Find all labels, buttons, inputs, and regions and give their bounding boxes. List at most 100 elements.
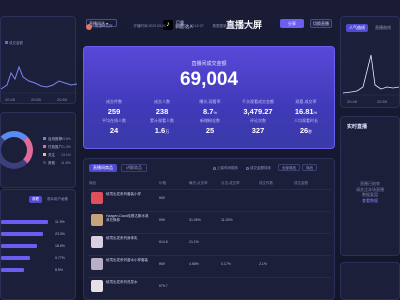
product-thumbnail — [91, 236, 103, 248]
metric-label: 人均观看时长 — [294, 118, 318, 123]
table-row[interactable]: 秘境出发系列套装小样 ¥69 — [89, 189, 331, 206]
audience-bar — [1, 232, 43, 236]
tab-live-products[interactable]: 直播间商品 — [89, 164, 117, 172]
source-row: 其他 11.8% — [43, 161, 71, 166]
seg-view[interactable]: 观看 — [29, 196, 42, 203]
filter-all-button[interactable]: 全部商品 — [278, 164, 300, 171]
metric-value: 26秒 — [299, 126, 313, 135]
table-header: 商品 价格 曝光-点击率 点击-成交率 成交件数 成交金额 — [89, 181, 331, 187]
legend-swatch — [43, 145, 46, 148]
cell-ctr: 21.1% — [189, 240, 199, 244]
trend-x-tick: 20:55 — [57, 97, 68, 102]
table-row[interactable]: 秘境出发系列身体乳 ¥14.5 21.1% — [89, 233, 331, 250]
trend-line-chart — [0, 65, 78, 94]
product-name: 秘境出发系列洗发水 — [106, 280, 138, 284]
trend-legend: 成交金额 — [5, 41, 23, 46]
cell-price: ¥69 — [159, 196, 165, 200]
live-preview-title: 实时直播 — [347, 124, 368, 130]
tab-popularity[interactable]: 人气曲线 — [346, 24, 368, 32]
metric-value: 259 — [107, 107, 121, 116]
column-header[interactable]: 价格 — [159, 181, 166, 186]
metric-label: 千次观看成交金额 — [242, 99, 274, 104]
source-panel: 自然推荐 53.8% 付费推广 21.3% 关注 13.1% 其他 11.8% — [0, 112, 76, 188]
metric-value: 8.7% — [203, 107, 217, 116]
metric-label: 曝光-观看率 — [199, 99, 221, 104]
cell-price: ¥99 — [159, 218, 165, 222]
metric-label: 累计观看人数 — [150, 118, 174, 123]
live-preview-empty: 直播已结束 请关注本场直播 数据复盘 查看数据 — [341, 181, 399, 203]
radio-shelf-order[interactable]: 上架时间顺序 — [213, 166, 238, 171]
audience-bar — [1, 244, 38, 248]
cell-price: ¥79.7 — [159, 284, 168, 288]
dashboard: 直播间选 ▾ ♪ 巨量 抖音 达人 直播大屏 分享 切换直播 直播间名称 开播时… — [0, 0, 400, 300]
column-header[interactable]: 成交件数 — [259, 181, 273, 186]
table-row[interactable]: Haagen-Dazs哈根达斯冰淇淋兑换券 ¥99 31.05% 11.03% — [89, 211, 331, 228]
info-update-time: 数据更新 2023.09.01 10:27 — [212, 24, 255, 28]
popularity-line-chart — [342, 54, 400, 96]
metric-label: 成交人数 — [154, 99, 170, 104]
trend-legend-label: 成交金额 — [9, 41, 23, 45]
audience-bar — [1, 220, 48, 224]
source-label: 自然推荐 — [48, 137, 62, 141]
legend-swatch — [5, 41, 8, 44]
info-room-name: 直播间名称 — [95, 24, 113, 28]
audience-bar — [1, 256, 30, 260]
legend-swatch — [43, 137, 46, 140]
cell-price: ¥14.5 — [159, 240, 168, 244]
seg-profile[interactable]: 观众用户画像 — [44, 196, 71, 203]
product-name: Haagen-Dazs哈根达斯冰淇淋兑换券 — [106, 214, 149, 223]
tab-live-curve[interactable]: 直播曲线 — [372, 24, 394, 32]
source-row: 关注 13.1% — [43, 153, 71, 158]
metric-unit: 秒 — [308, 129, 313, 134]
metric-label: 平均在线人数 — [102, 118, 126, 123]
column-header[interactable]: 成交金额 — [294, 181, 308, 186]
column-header[interactable]: 点击-成交率 — [221, 181, 240, 186]
product-tabs: 直播间商品 讲解商品 — [89, 164, 147, 172]
metric-value: 1.6万 — [154, 126, 170, 135]
radio-icon — [213, 166, 216, 170]
avatar — [86, 24, 92, 30]
source-value: 11.8% — [61, 161, 71, 165]
product-thumbnail — [91, 192, 103, 204]
column-header[interactable]: 商品 — [89, 181, 96, 186]
popularity-x-tick: 20:55 — [377, 99, 388, 104]
audience-bar-value: 8.5% — [55, 267, 63, 272]
table-row[interactable]: 秘境出发系列香水小样套装 ¥69 4.56% 0.17% 2.1% — [89, 255, 331, 272]
product-table-panel: 直播间商品 讲解商品 上架时间顺序 成交金额排序 全部商品 商品 商品 价格 曝光-… — [83, 158, 335, 300]
tab-explained-products[interactable]: 讲解商品 — [121, 164, 147, 172]
column-header[interactable]: 曝光-点击率 — [189, 181, 208, 186]
popularity-panel: 人气曲线 直播曲线 20:45 20:55 — [340, 16, 400, 108]
product-thumbnail — [91, 258, 103, 270]
legend-swatch — [43, 161, 46, 164]
audience-bar-value: 18.6% — [55, 243, 65, 248]
table-row[interactable]: 秘境出发系列洗发水 ¥79.7 — [89, 277, 331, 294]
cell-cvr: 11.03% — [221, 218, 233, 222]
share-button[interactable]: 分享 — [280, 19, 304, 28]
cell-ctr: 4.56% — [189, 262, 199, 266]
metric-grid: 成交件数 成交人数 曝光-观看率 千次观看成交金额 观看-成交率 259 238 8.7% 3,… — [90, 99, 330, 135]
metric-label: 成交件数 — [106, 99, 122, 104]
switch-room-button[interactable]: 切换直播 — [310, 19, 332, 28]
product-thumbnail — [91, 280, 103, 292]
empty-line[interactable]: 查看数据 — [341, 198, 399, 204]
radio-amount-order[interactable]: 成交金额排序 — [246, 166, 271, 171]
cell-price: ¥69 — [159, 262, 165, 266]
audience-bar — [1, 268, 25, 272]
audience-panel: 观看 观众用户画像 11.9% 23.3% 18.6% 9.77% 8.5% — [0, 189, 76, 300]
trend-x-tick: 20:45 — [5, 97, 16, 102]
audience-bar-value: 11.9% — [55, 219, 65, 224]
live-info-bar: 直播间名称 开播时间 2023.09.01 直播时长 03:12:27 数据更新… — [86, 24, 255, 30]
cell-ctr: 31.05% — [189, 218, 201, 222]
product-thumbnail — [91, 214, 103, 226]
audience-switch: 观看 观众用户画像 — [29, 196, 71, 203]
metric-label: 观看-成交率 — [295, 99, 317, 104]
metric-value: 238 — [155, 107, 169, 116]
top-bar: 直播间选 ▾ ♪ 巨量 抖音 达人 直播大屏 分享 切换直播 — [80, 12, 334, 50]
gmv-panel: 直播间成交金额 69,004 成交件数 成交人数 曝光-观看率 千次观看成交金额 观看-… — [83, 46, 335, 149]
popularity-tabs: 人气曲线 直播曲线 — [346, 24, 394, 32]
cell-count: 2.1% — [259, 262, 267, 266]
product-name: 秘境出发系列套装小样 — [106, 192, 141, 196]
cell-cvr: 0.17% — [221, 262, 231, 266]
source-label: 付费推广 — [48, 145, 62, 149]
filter-goods-button[interactable]: 商品 — [302, 164, 317, 171]
